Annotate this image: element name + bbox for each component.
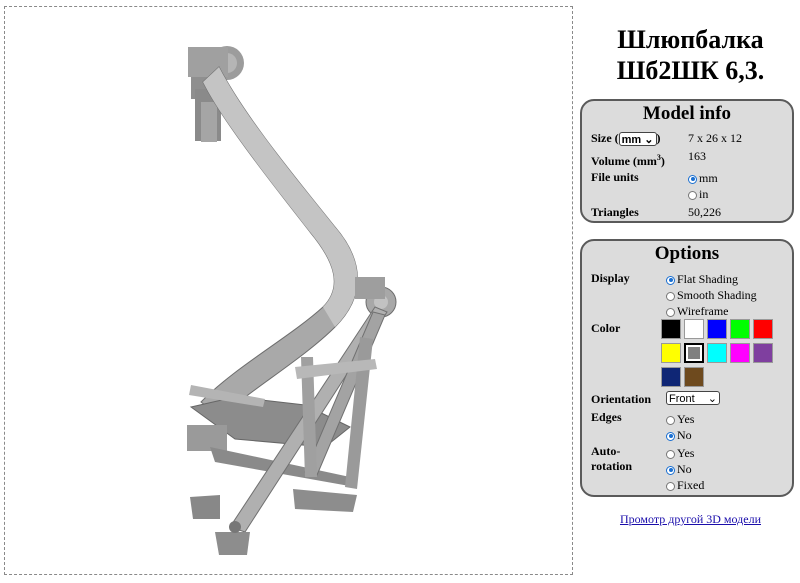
radio-wireframe[interactable] <box>666 307 675 317</box>
options-panel: Options Display Flat Shading Smooth Shad… <box>580 239 794 497</box>
davit-3d-model <box>187 46 397 555</box>
size-unit-select[interactable]: mm ⌄ <box>618 132 657 147</box>
volume-label: Volume (mm3) <box>591 153 665 168</box>
size-value: 7 x 26 x 12 <box>688 131 742 145</box>
orientation-select[interactable]: Front ⌄ <box>666 390 720 406</box>
color-swatch[interactable] <box>730 319 750 339</box>
color-swatch[interactable] <box>661 319 681 339</box>
color-swatch[interactable] <box>707 319 727 339</box>
page-title: Шлюпбалка Шб2ШК 6,3. <box>616 25 765 85</box>
autorotation-option-fixed[interactable]: Fixed <box>666 478 704 493</box>
radio-flat-shading[interactable] <box>666 275 675 285</box>
model-info-panel: Model info Size (mm ⌄) 7 x 26 x 12 Volum… <box>580 99 794 223</box>
radio-edges-no[interactable] <box>666 431 675 441</box>
color-swatch[interactable] <box>730 343 750 363</box>
color-swatch[interactable] <box>753 343 773 363</box>
display-label: Display <box>591 271 630 285</box>
file-units-label: File units <box>591 170 639 184</box>
size-label: Size (mm ⌄) <box>591 131 661 147</box>
triangles-value: 50,226 <box>688 205 721 219</box>
radio-edges-yes[interactable] <box>666 415 675 425</box>
color-swatch[interactable] <box>707 343 727 363</box>
file-units-option-in[interactable]: in <box>688 187 708 202</box>
color-swatch[interactable] <box>661 367 681 387</box>
display-option-flat[interactable]: Flat Shading <box>666 272 738 287</box>
model-info-heading: Model info <box>642 103 732 124</box>
radio-mm[interactable] <box>688 174 697 184</box>
radio-in[interactable] <box>688 190 697 200</box>
radio-autorotation-no[interactable] <box>666 465 675 475</box>
display-option-wireframe[interactable]: Wireframe <box>666 304 728 319</box>
edges-option-no[interactable]: No <box>666 428 692 443</box>
color-swatch[interactable] <box>684 367 704 387</box>
autorotation-label: Auto-rotation <box>591 444 633 473</box>
color-label: Color <box>591 321 621 335</box>
color-swatch[interactable] <box>684 319 704 339</box>
display-option-smooth[interactable]: Smooth Shading <box>666 288 757 303</box>
color-swatch[interactable] <box>684 343 704 363</box>
file-units-option-mm[interactable]: mm <box>688 171 718 186</box>
volume-value: 163 <box>688 149 706 163</box>
radio-smooth-shading[interactable] <box>666 291 675 301</box>
chevron-down-icon: ⌄ <box>707 393 717 406</box>
orientation-label: Orientation <box>591 392 651 406</box>
triangles-label: Triangles <box>591 205 639 219</box>
3d-model-viewer[interactable] <box>4 6 573 575</box>
autorotation-option-no[interactable]: No <box>666 462 692 477</box>
options-heading: Options <box>654 243 720 264</box>
edges-label: Edges <box>591 410 622 424</box>
view-other-model-link[interactable]: Промотр другой 3D модели <box>583 512 798 527</box>
color-swatch[interactable] <box>753 319 773 339</box>
radio-autorotation-fixed[interactable] <box>666 481 675 491</box>
chevron-down-icon: ⌄ <box>644 134 654 147</box>
edges-option-yes[interactable]: Yes <box>666 412 694 427</box>
autorotation-option-yes[interactable]: Yes <box>666 446 694 461</box>
radio-autorotation-yes[interactable] <box>666 449 675 459</box>
color-swatch[interactable] <box>661 343 681 363</box>
